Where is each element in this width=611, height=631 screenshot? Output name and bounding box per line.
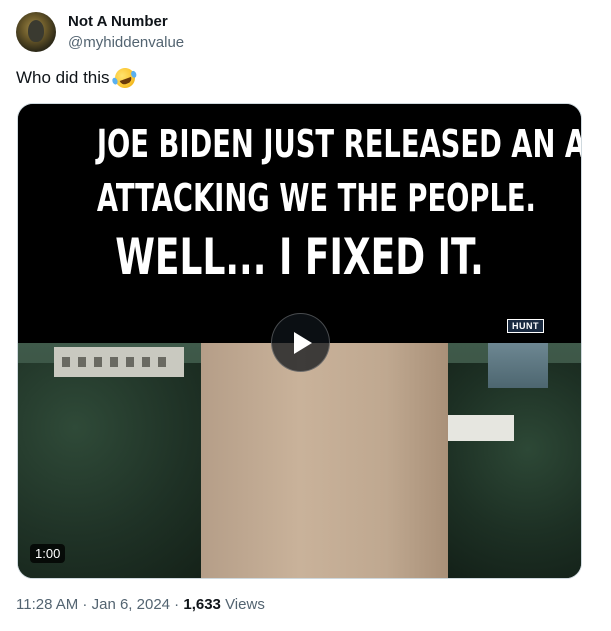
play-icon	[294, 331, 312, 354]
views-label: Views	[220, 596, 265, 613]
meta-separator: ·	[78, 596, 92, 613]
video-caption-line1: JOE BIDEN JUST RELEASED AN AD	[96, 122, 582, 166]
meta-separator: ·	[170, 596, 184, 613]
video-caption-line2: ATTACKING WE THE PEOPLE.	[96, 176, 536, 220]
tweet-meta: 11:28 AM · Jan 6, 2024 · 1,633 Views	[16, 596, 265, 613]
hunt-watermark-logo: HUNT	[507, 319, 544, 333]
video-caption-line3: WELL... I FIXED IT.	[115, 228, 484, 286]
tweet-text-content: Who did this	[16, 68, 110, 87]
user-handle[interactable]: @myhiddenvalue	[68, 34, 184, 51]
video-caption-area: JOE BIDEN JUST RELEASED AN AD ATTACKING …	[18, 104, 581, 343]
building-right	[488, 343, 548, 388]
trees-right	[448, 363, 581, 578]
tweet-date[interactable]: Jan 6, 2024	[92, 596, 170, 613]
display-name[interactable]: Not A Number	[68, 13, 168, 30]
views-count[interactable]: 1,633	[183, 596, 221, 613]
avatar[interactable]	[16, 12, 56, 52]
video-player[interactable]: JOE BIDEN JUST RELEASED AN AD ATTACKING …	[17, 103, 582, 579]
tweet-time[interactable]: 11:28 AM	[16, 596, 78, 613]
building-left	[54, 347, 184, 377]
video-scene	[18, 343, 581, 578]
white-house	[442, 415, 514, 441]
tweet-text: Who did this	[16, 65, 138, 91]
play-button[interactable]	[271, 313, 330, 372]
avatar-face	[28, 20, 44, 42]
video-duration-badge: 1:00	[30, 544, 66, 563]
monument	[201, 343, 448, 578]
rolling-on-floor-laughing-icon	[111, 65, 138, 91]
